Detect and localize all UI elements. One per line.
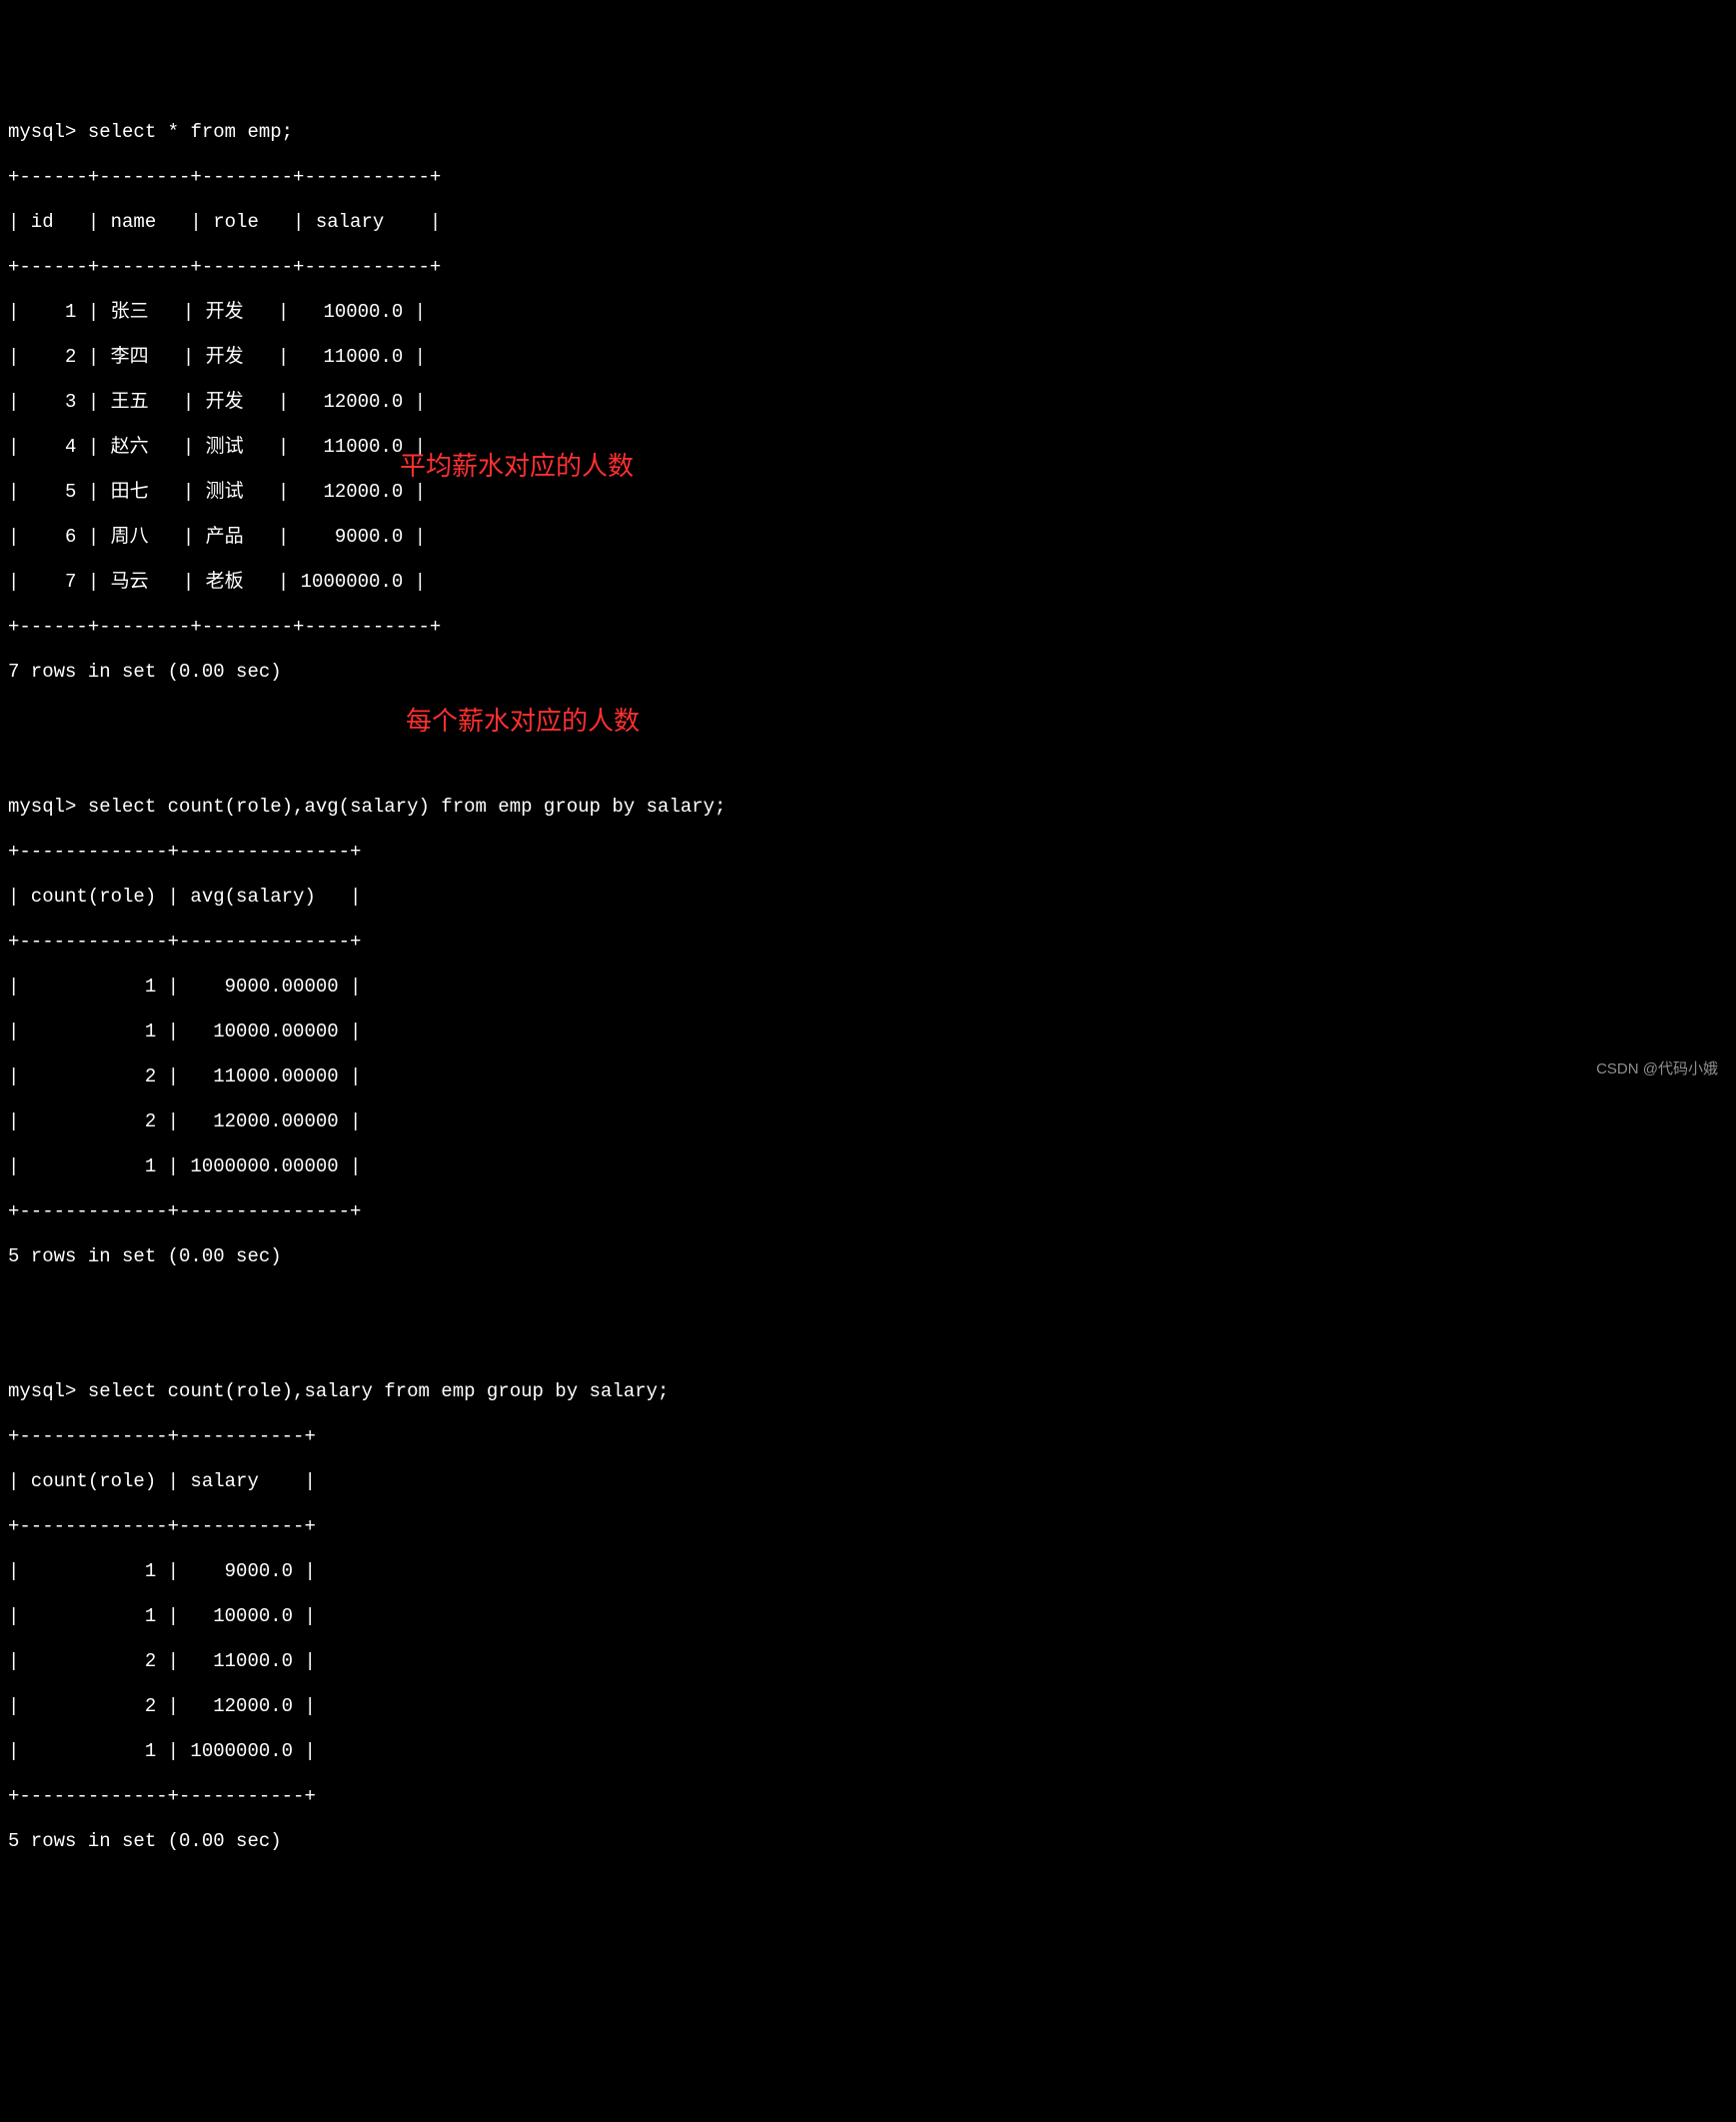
table-row: | 7 | 马云 | 老板 | 1000000.0 | bbox=[8, 571, 1736, 594]
table-row: | 5 | 田七 | 测试 | 12000.0 | bbox=[8, 481, 1736, 504]
mysql-prompt: mysql> bbox=[8, 121, 88, 143]
table-border: +-------------+-----------+ bbox=[8, 1515, 1736, 1538]
table-row: | 1 | 10000.0 | bbox=[8, 1605, 1736, 1628]
table-row: | 1 | 10000.00000 | bbox=[8, 1021, 1736, 1044]
table-row: | 1 | 1000000.0 | bbox=[8, 1740, 1736, 1763]
table-border: +-------------+-----------+ bbox=[8, 1425, 1736, 1448]
blank-line bbox=[8, 706, 1736, 729]
mysql-prompt: mysql> bbox=[8, 796, 88, 818]
table-row: | 6 | 周八 | 产品 | 9000.0 | bbox=[8, 526, 1736, 549]
table-row: | 2 | 李四 | 开发 | 11000.0 | bbox=[8, 346, 1736, 369]
table-row: | 2 | 12000.00000 | bbox=[8, 1110, 1736, 1133]
watermark: CSDN @代码小娥 bbox=[1596, 1059, 1718, 1081]
result-footer: 7 rows in set (0.00 sec) bbox=[8, 661, 1736, 684]
table-header: | id | name | role | salary | bbox=[8, 211, 1736, 234]
sql-statement: select count(role),salary from emp group… bbox=[88, 1380, 670, 1402]
sql-statement: select * from emp; bbox=[88, 121, 293, 143]
annotation-each-salary: 每个薪水对应的人数 bbox=[406, 710, 640, 733]
table-border: +-------------+-----------+ bbox=[8, 1785, 1736, 1808]
table-row: | 1 | 9000.00000 | bbox=[8, 976, 1736, 999]
table-row: | 2 | 12000.0 | bbox=[8, 1695, 1736, 1718]
table-row: | 2 | 11000.0 | bbox=[8, 1650, 1736, 1673]
table-row: | 1 | 9000.0 | bbox=[8, 1560, 1736, 1583]
blank-line bbox=[8, 1290, 1736, 1313]
table-header: | count(role) | salary | bbox=[8, 1470, 1736, 1493]
table-row: | 2 | 11000.00000 | bbox=[8, 1065, 1736, 1088]
table-border: +------+--------+--------+-----------+ bbox=[8, 616, 1736, 639]
table-row: | 4 | 赵六 | 测试 | 11000.0 | bbox=[8, 436, 1736, 459]
result-footer: 5 rows in set (0.00 sec) bbox=[8, 1245, 1736, 1268]
table-row: | 1 | 1000000.00000 | bbox=[8, 1155, 1736, 1178]
sql-statement: select count(role),avg(salary) from emp … bbox=[88, 796, 727, 818]
table-border: +------+--------+--------+-----------+ bbox=[8, 166, 1736, 189]
mysql-prompt-line: mysql> select * from emp; bbox=[8, 121, 1736, 144]
mysql-prompt-line: mysql> select count(role),salary from em… bbox=[8, 1380, 1736, 1403]
mysql-prompt-line: mysql> select count(role),avg(salary) fr… bbox=[8, 796, 1736, 819]
table-border: +-------------+---------------+ bbox=[8, 841, 1736, 864]
result-footer: 5 rows in set (0.00 sec) bbox=[8, 1830, 1736, 1853]
table-border: +------+--------+--------+-----------+ bbox=[8, 256, 1736, 279]
annotation-avg-salary: 平均薪水对应的人数 bbox=[400, 455, 634, 478]
table-border: +-------------+---------------+ bbox=[8, 931, 1736, 954]
table-row: | 3 | 王五 | 开发 | 12000.0 | bbox=[8, 391, 1736, 414]
table-row: | 1 | 张三 | 开发 | 10000.0 | bbox=[8, 301, 1736, 324]
table-header: | count(role) | avg(salary) | bbox=[8, 886, 1736, 909]
mysql-prompt: mysql> bbox=[8, 1380, 88, 1402]
table-border: +-------------+---------------+ bbox=[8, 1200, 1736, 1223]
